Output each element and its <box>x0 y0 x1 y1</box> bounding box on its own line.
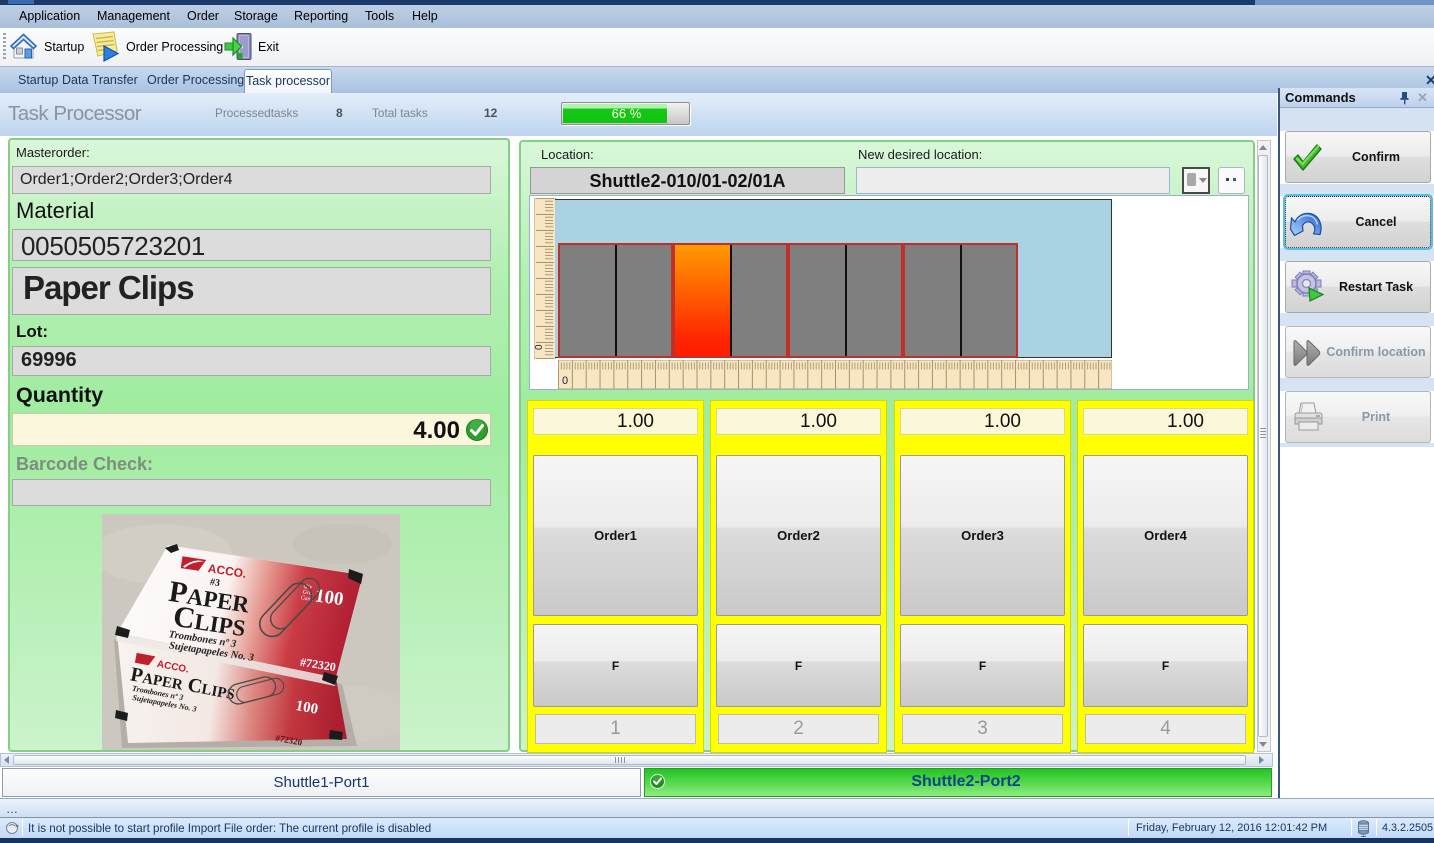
svg-text:0: 0 <box>534 344 545 350</box>
svg-text:»: » <box>15 823 19 830</box>
svg-text:100: 100 <box>314 585 345 610</box>
svg-text:0: 0 <box>562 375 568 387</box>
